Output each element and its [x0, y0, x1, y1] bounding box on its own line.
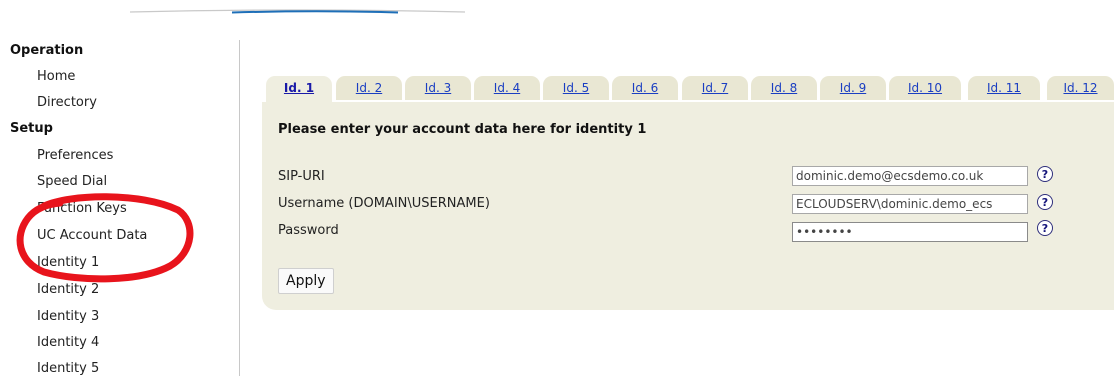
password-label: Password [278, 223, 339, 238]
nav-item-identity-4[interactable]: Identity 4 [37, 335, 99, 350]
username-label: Username (DOMAIN\USERNAME) [278, 196, 490, 211]
apply-button[interactable]: Apply [278, 268, 334, 294]
nav-item-identity-1[interactable]: Identity 1 [37, 255, 99, 270]
tab-id-5[interactable]: Id. 5 [543, 76, 609, 100]
nav-item-speed-dial[interactable]: Speed Dial [37, 174, 107, 189]
tab-id-4[interactable]: Id. 4 [474, 76, 540, 100]
nav-item-preferences[interactable]: Preferences [37, 148, 113, 163]
nav-item-home[interactable]: Home [37, 69, 75, 84]
tab-id-11[interactable]: Id. 11 [968, 76, 1040, 100]
tab-id-2[interactable]: Id. 2 [336, 76, 402, 100]
nav-item-directory[interactable]: Directory [37, 95, 97, 110]
sidebar-divider [239, 40, 240, 376]
nav-item-identity-5[interactable]: Identity 5 [37, 361, 99, 376]
tab-id-12[interactable]: Id. 12 [1047, 76, 1114, 100]
tab-id-1[interactable]: Id. 1 [266, 76, 332, 102]
identity-tab-bar: Id. 1 Id. 2 Id. 3 Id. 4 Id. 5 Id. 6 Id. … [262, 76, 1114, 102]
nav-item-identity-2[interactable]: Identity 2 [37, 282, 99, 297]
sip-uri-help-icon[interactable]: ? [1037, 166, 1053, 182]
username-input[interactable]: ECLOUDSERV\dominic.demo_ecs [792, 194, 1028, 214]
username-help-icon[interactable]: ? [1037, 194, 1053, 210]
sip-uri-label: SIP-URI [278, 169, 325, 184]
tab-id-3[interactable]: Id. 3 [405, 76, 471, 100]
nav-heading-setup: Setup [10, 121, 53, 136]
tab-id-9[interactable]: Id. 9 [820, 76, 886, 100]
tab-id-7[interactable]: Id. 7 [682, 76, 748, 100]
nav-item-uc-account-data[interactable]: UC Account Data [37, 228, 147, 243]
password-help-icon[interactable]: ? [1037, 220, 1053, 236]
identity-account-panel: Please enter your account data here for … [262, 102, 1114, 310]
tab-id-10[interactable]: Id. 10 [889, 76, 961, 100]
nav-item-function-keys[interactable]: Function Keys [37, 201, 127, 216]
tab-id-8[interactable]: Id. 8 [751, 76, 817, 100]
nav-item-identity-3[interactable]: Identity 3 [37, 309, 99, 324]
sip-uri-input[interactable]: dominic.demo@ecsdemo.co.uk [792, 166, 1028, 186]
panel-title: Please enter your account data here for … [278, 122, 647, 137]
tab-id-6[interactable]: Id. 6 [612, 76, 678, 100]
nav-heading-operation: Operation [10, 43, 84, 58]
password-input[interactable]: •••••••• [792, 222, 1028, 242]
sidebar-nav: Operation Home Directory Setup Preferenc… [0, 0, 240, 376]
